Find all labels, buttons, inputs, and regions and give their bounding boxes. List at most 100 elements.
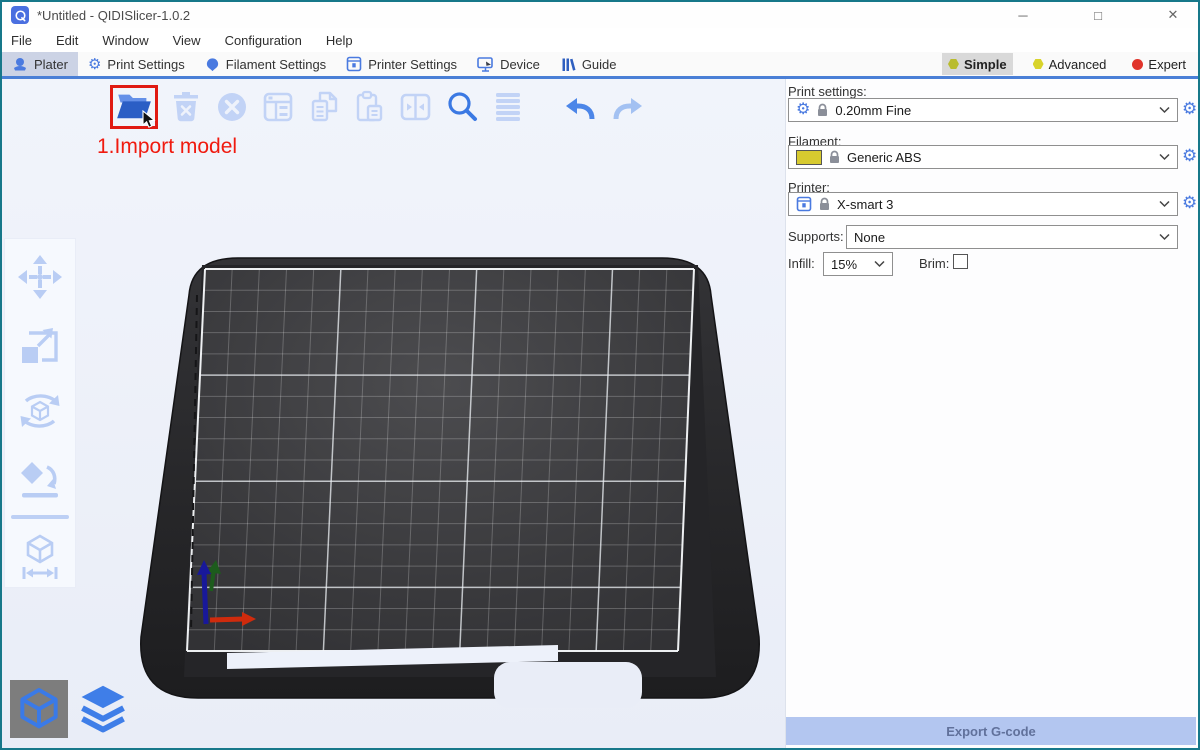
brim-checkbox[interactable] (953, 254, 968, 269)
simple-mode-icon (948, 59, 959, 70)
printer-icon (796, 196, 812, 212)
infill-label: Infill: (788, 256, 815, 271)
tab-filament-settings[interactable]: Filament Settings (195, 52, 336, 76)
tab-plater[interactable]: Plater (2, 52, 78, 76)
minimize-button[interactable]: ─ (1000, 3, 1046, 27)
menu-configuration[interactable]: Configuration (225, 33, 302, 48)
print-settings-value: 0.20mm Fine (835, 103, 1153, 118)
maximize-button[interactable]: □ (1075, 3, 1121, 27)
print-settings-combo[interactable]: ⚙ 0.20mm Fine (788, 98, 1178, 122)
undo-button[interactable] (562, 86, 599, 128)
delete-button[interactable] (167, 86, 204, 128)
supports-combo[interactable]: None (846, 225, 1178, 249)
brim-label: Brim: (919, 256, 949, 271)
chevron-down-icon (1159, 106, 1170, 114)
guide-books-icon (560, 57, 576, 72)
delete-all-button[interactable] (213, 86, 250, 128)
viewport-toolbar (110, 85, 645, 129)
close-button[interactable]: ✕ (1150, 3, 1196, 27)
printer-value: X-smart 3 (837, 197, 1153, 212)
chevron-down-icon (1159, 233, 1170, 241)
app-window: *Untitled - QIDISlicer-1.0.2 ─ □ ✕ File … (0, 0, 1200, 750)
app-logo-icon (11, 6, 29, 24)
rotate-gizmo-icon[interactable] (11, 382, 69, 440)
printer-edit-gear[interactable]: ⚙ (1182, 194, 1197, 211)
filament-edit-gear[interactable]: ⚙ (1182, 147, 1197, 164)
menu-file[interactable]: File (11, 33, 32, 48)
expert-mode-icon (1132, 59, 1143, 70)
3d-viewport[interactable]: 1.Import model (2, 79, 785, 748)
print-bed (2, 79, 785, 748)
redo-button[interactable] (608, 86, 645, 128)
infill-combo[interactable]: 15% (823, 252, 893, 276)
copy-button[interactable] (305, 86, 342, 128)
gizmo-toolbar (4, 238, 76, 588)
chevron-down-icon (874, 260, 885, 268)
view-mode-toggles (10, 680, 132, 738)
menu-edit[interactable]: Edit (56, 33, 78, 48)
mode-expert[interactable]: Expert (1126, 53, 1192, 75)
mode-simple[interactable]: Simple (942, 53, 1013, 75)
lock-icon (828, 150, 841, 164)
import-model-button[interactable] (110, 85, 158, 129)
mode-selector: Simple Advanced Expert (942, 52, 1192, 76)
tab-label: Filament Settings (226, 57, 326, 72)
print-settings-gear-icon: ⚙ (88, 57, 101, 72)
title-bar: *Untitled - QIDISlicer-1.0.2 ─ □ ✕ (2, 2, 1198, 28)
tab-label: Device (500, 57, 540, 72)
mouse-cursor-icon (141, 110, 157, 130)
print-settings-edit-gear[interactable]: ⚙ (1182, 100, 1197, 117)
split-objects-button[interactable] (397, 86, 434, 128)
tab-printer-settings[interactable]: Printer Settings (336, 52, 467, 76)
move-gizmo-icon[interactable] (11, 248, 69, 306)
import-model-annotation: 1.Import model (97, 135, 237, 159)
tab-bar: Plater ⚙ Print Settings Filament Setting… (2, 52, 1198, 79)
tab-guide[interactable]: Guide (550, 52, 627, 76)
window-title: *Untitled - QIDISlicer-1.0.2 (37, 8, 190, 23)
menu-help[interactable]: Help (326, 33, 353, 48)
main-area: 1.Import model (2, 79, 1198, 748)
tab-label: Plater (34, 57, 68, 72)
infill-value: 15% (831, 257, 868, 272)
mode-label: Advanced (1049, 57, 1107, 72)
filament-icon (205, 57, 220, 72)
tab-label: Guide (582, 57, 617, 72)
measure-gizmo-icon[interactable] (11, 528, 69, 586)
filament-combo[interactable]: Generic ABS (788, 145, 1178, 169)
variable-layer-height-button[interactable] (489, 86, 526, 128)
plater-icon (12, 56, 28, 72)
window-controls: ─ □ ✕ (1000, 2, 1196, 28)
menu-view[interactable]: View (173, 33, 201, 48)
lock-icon (816, 103, 829, 117)
export-gcode-button[interactable]: Export G-code (786, 717, 1196, 745)
mode-advanced[interactable]: Advanced (1027, 53, 1113, 75)
arrange-button[interactable] (259, 86, 296, 128)
chevron-down-icon (1159, 200, 1170, 208)
scale-gizmo-icon[interactable] (11, 315, 69, 373)
mode-label: Simple (964, 57, 1007, 72)
printer-combo[interactable]: X-smart 3 (788, 192, 1178, 216)
tab-label: Print Settings (107, 57, 184, 72)
tab-device[interactable]: Device (467, 52, 550, 76)
gizmo-separator (11, 515, 69, 519)
paste-button[interactable] (351, 86, 388, 128)
settings-panel: Print settings: ⚙ 0.20mm Fine ⚙ Filament… (785, 79, 1198, 748)
tab-print-settings[interactable]: ⚙ Print Settings (78, 52, 195, 76)
filament-color-swatch (796, 150, 822, 165)
supports-value: None (854, 230, 1153, 245)
3d-editor-view-button[interactable] (10, 680, 68, 738)
chevron-down-icon (1159, 153, 1170, 161)
print-settings-label: Print settings: (788, 84, 867, 99)
cube-3d-icon (16, 686, 62, 732)
place-on-face-gizmo-icon[interactable] (11, 449, 69, 507)
search-button[interactable] (443, 86, 480, 128)
filament-value: Generic ABS (847, 150, 1153, 165)
layers-icon (77, 684, 129, 734)
lock-icon (818, 197, 831, 211)
menu-window[interactable]: Window (102, 33, 148, 48)
supports-label: Supports: (788, 229, 844, 244)
layers-preview-view-button[interactable] (74, 680, 132, 738)
printer-icon (346, 56, 362, 72)
mode-label: Expert (1148, 57, 1186, 72)
preset-gear-icon: ⚙ (796, 102, 810, 118)
